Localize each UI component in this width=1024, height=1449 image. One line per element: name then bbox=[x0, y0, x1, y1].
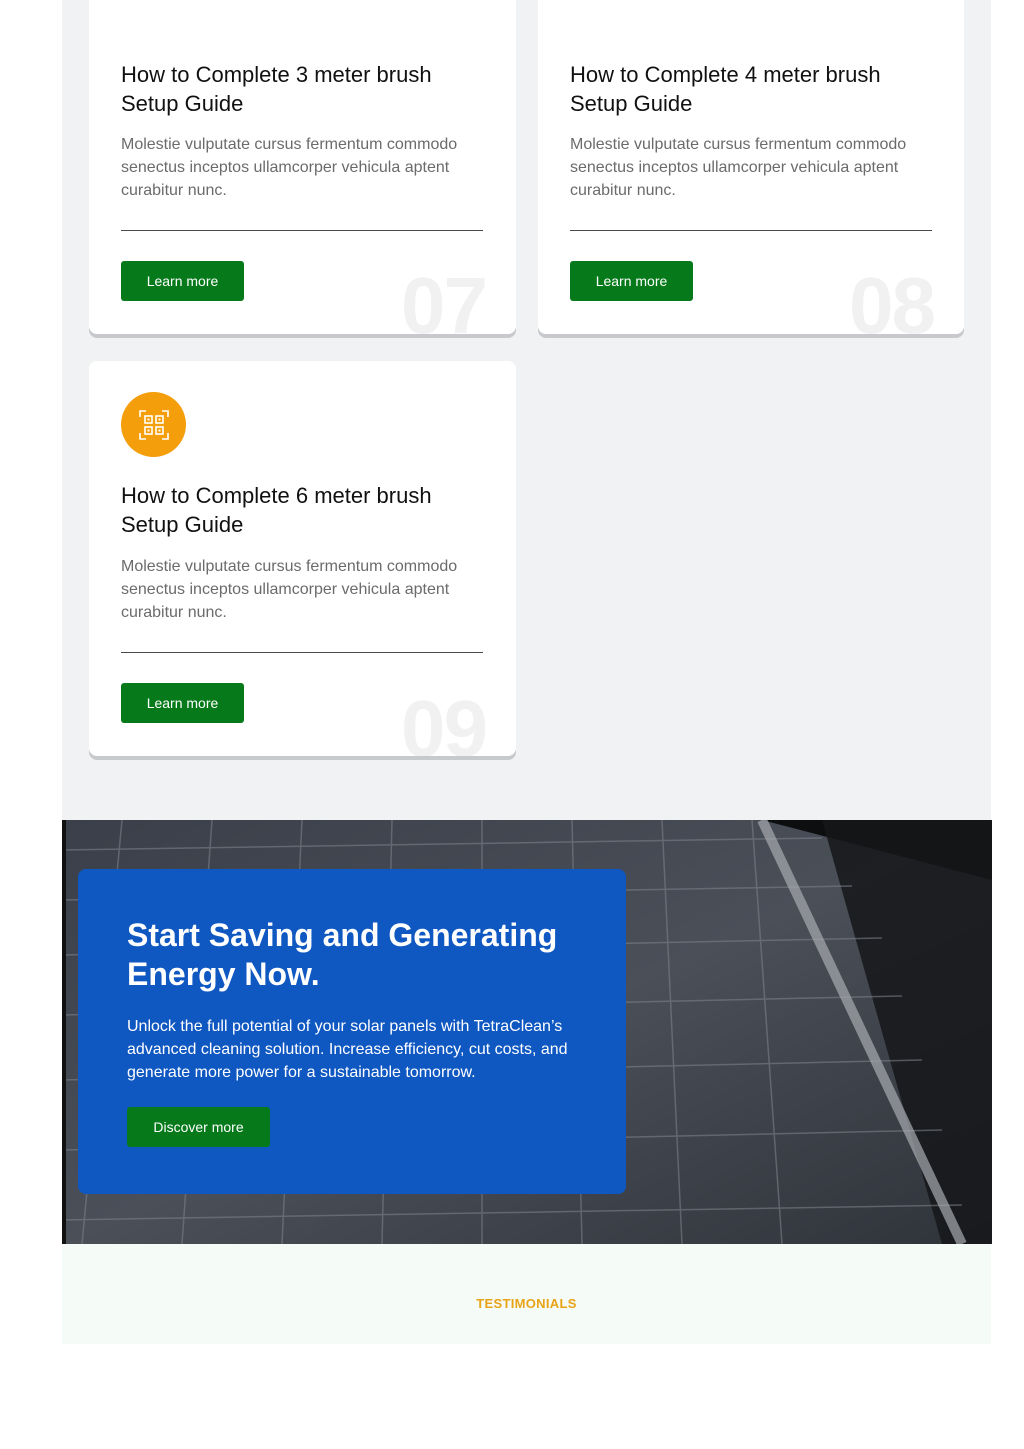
cta-heading: Start Saving and Generating Energy Now. bbox=[127, 917, 558, 992]
card-divider bbox=[121, 230, 483, 231]
card-title: How to Complete 4 meter brush Setup Guid… bbox=[570, 62, 881, 116]
learn-more-button[interactable]: Learn more bbox=[121, 261, 244, 301]
card-divider bbox=[570, 230, 932, 231]
service-card: How to Complete 3 meter brush Setup Guid… bbox=[89, 0, 516, 334]
card-divider bbox=[121, 652, 483, 653]
learn-more-button[interactable]: Learn more bbox=[570, 261, 693, 301]
testimonials-label: TESTIMONIALS bbox=[476, 1296, 577, 1311]
services-cards-section: How to Complete 3 meter brush Setup Guid… bbox=[62, 0, 991, 820]
card-title: How to Complete 6 meter brush Setup Guid… bbox=[121, 483, 432, 537]
service-card: How to Complete 4 meter brush Setup Guid… bbox=[538, 0, 964, 334]
card-number: 08 bbox=[849, 261, 936, 335]
card-title: How to Complete 3 meter brush Setup Guid… bbox=[121, 62, 432, 116]
card-number: 09 bbox=[401, 684, 488, 757]
learn-more-button[interactable]: Learn more bbox=[121, 683, 244, 723]
cta-content-box: Start Saving and Generating Energy Now. … bbox=[78, 869, 626, 1194]
card-description: Molestie vulputate cursus fermentum comm… bbox=[570, 136, 907, 199]
card-description: Molestie vulputate cursus fermentum comm… bbox=[121, 136, 458, 199]
testimonials-section: TESTIMONIALS bbox=[62, 1244, 991, 1344]
discover-more-button[interactable]: Discover more bbox=[127, 1107, 270, 1147]
card-description: Molestie vulputate cursus fermentum comm… bbox=[121, 558, 458, 621]
cta-description: Unlock the full potential of your solar … bbox=[127, 1018, 568, 1081]
card-number: 07 bbox=[401, 261, 488, 335]
service-card: How to Complete 6 meter brush Setup Guid… bbox=[89, 361, 516, 756]
cta-banner: Start Saving and Generating Energy Now. … bbox=[62, 820, 992, 1244]
qr-code-icon bbox=[121, 392, 186, 457]
